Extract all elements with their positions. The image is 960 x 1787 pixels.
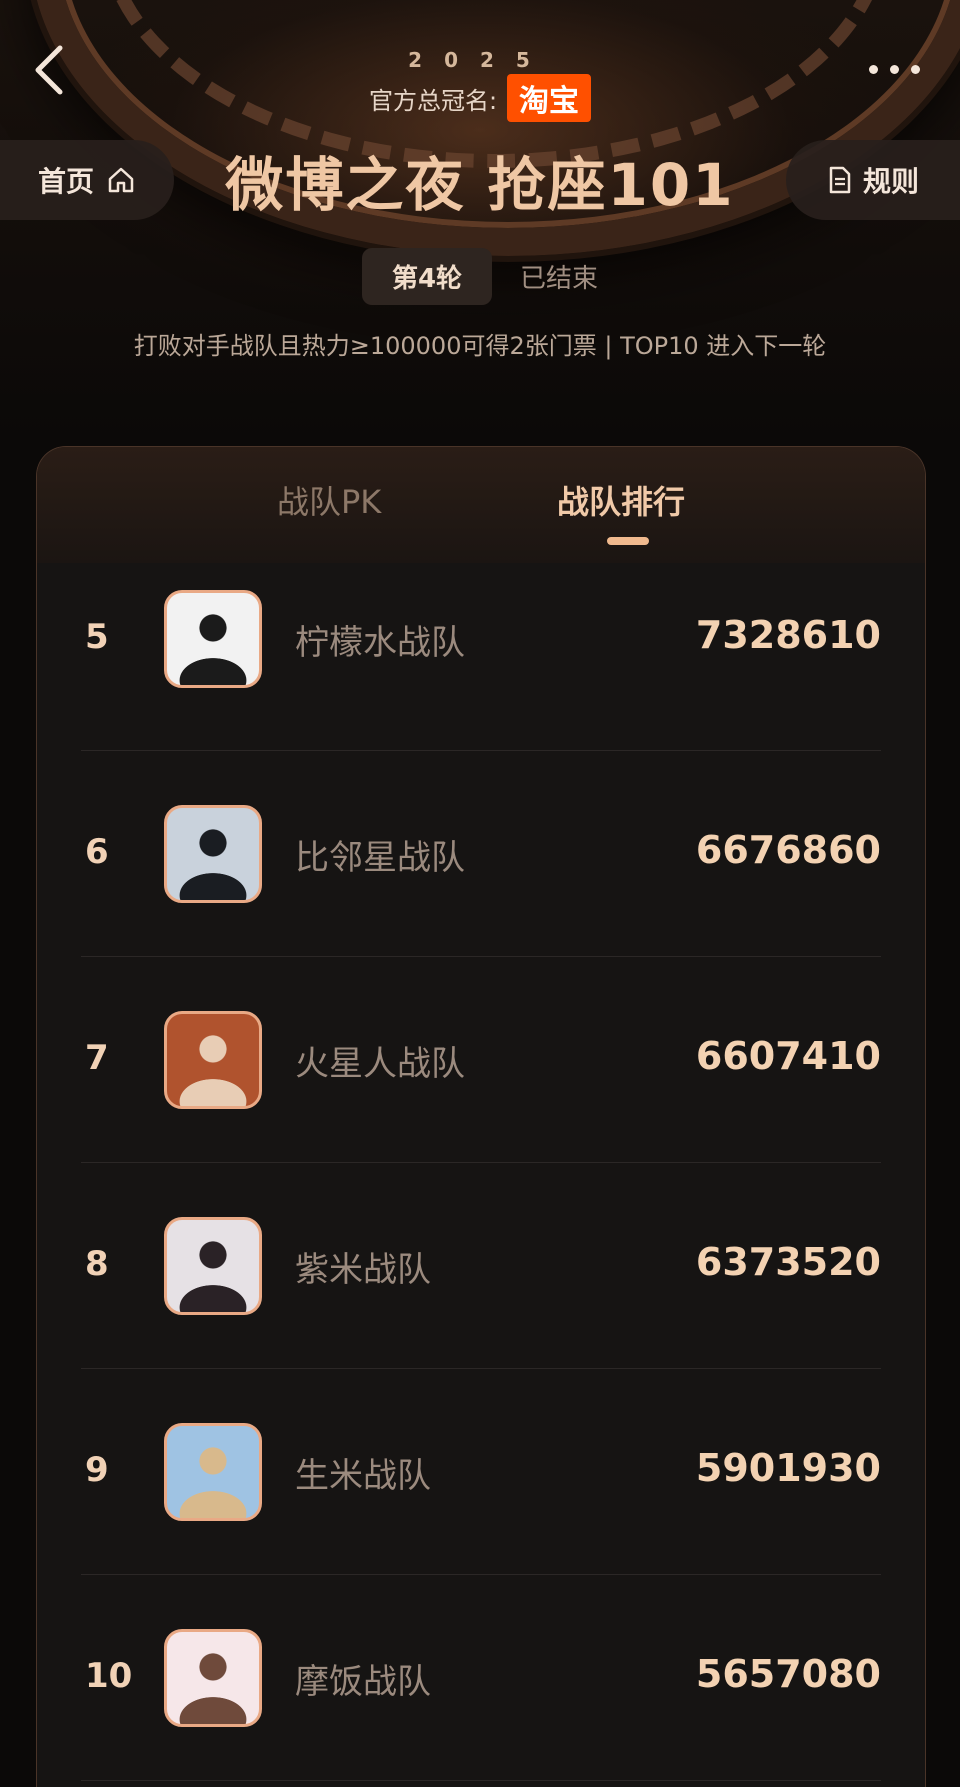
- team-score: 5901930: [695, 1446, 881, 1490]
- ranking-list: 5 柠檬水战队 7328610 6 比邻星战队 6676860 7 火星人战队 6607410 8…: [37, 563, 925, 1781]
- sponsor-label: 官方总冠名:: [368, 86, 498, 115]
- round-badge[interactable]: 第4轮: [361, 248, 493, 305]
- team-name[interactable]: 柠檬水战队: [295, 615, 465, 664]
- ranking-row[interactable]: 5 柠檬水战队 7328610: [37, 563, 925, 751]
- team-score: 6676860: [695, 828, 881, 872]
- team-score: 6607410: [695, 1034, 881, 1078]
- team-name[interactable]: 摩饭战队: [295, 1654, 431, 1703]
- rank-number: 5: [85, 617, 109, 657]
- team-avatar[interactable]: [164, 805, 262, 903]
- sponsor-bar: 官方总冠名: 淘宝: [0, 74, 960, 122]
- tab-team-ranking[interactable]: 战队排行: [557, 477, 685, 523]
- team-score: 5657080: [695, 1652, 881, 1696]
- team-name[interactable]: 比邻星战队: [295, 830, 465, 879]
- team-avatar[interactable]: [164, 1011, 262, 1109]
- team-name[interactable]: 火星人战队: [295, 1036, 465, 1085]
- rank-number: 8: [85, 1244, 109, 1284]
- rank-number: 10: [85, 1656, 133, 1696]
- round-status: 已结束: [520, 264, 599, 294]
- rank-number: 6: [85, 832, 109, 872]
- taobao-logo[interactable]: 淘宝: [507, 74, 592, 122]
- page-title: 微博之夜 抢座101: [225, 151, 735, 219]
- ranking-row[interactable]: 6 比邻星战队 6676860: [37, 751, 925, 957]
- team-avatar[interactable]: [164, 1423, 262, 1521]
- ranking-row[interactable]: 10 摩饭战队 5657080: [37, 1575, 925, 1781]
- rank-number: 9: [85, 1450, 109, 1490]
- team-name[interactable]: 紫米战队: [295, 1242, 431, 1291]
- rank-number: 7: [85, 1038, 109, 1078]
- rule-description: 打败对手战队且热力≥100000可得2张门票 | TOP10 进入下一轮: [133, 332, 827, 360]
- team-avatar[interactable]: [164, 1629, 262, 1727]
- tab-team-pk[interactable]: 战队PK: [277, 477, 381, 523]
- row-divider: [81, 1780, 881, 1781]
- ranking-row[interactable]: 9 生米战队 5901930: [37, 1369, 925, 1575]
- ranking-panel: 战队PK 战队排行 5 柠檬水战队 7328610 6 比邻星战队 6676860 7 火星人…: [36, 446, 926, 1787]
- team-score: 6373520: [695, 1240, 881, 1284]
- team-score: 7328610: [695, 613, 881, 657]
- ranking-row[interactable]: 8 紫米战队 6373520: [37, 1163, 925, 1369]
- tab-bar: 战队PK 战队排行: [37, 447, 925, 563]
- team-avatar[interactable]: [164, 1217, 262, 1315]
- round-info: 第4轮 已结束: [0, 248, 960, 305]
- year-label: 2025: [408, 48, 552, 72]
- active-tab-indicator: [607, 537, 649, 545]
- ranking-row[interactable]: 7 火星人战队 6607410: [37, 957, 925, 1163]
- team-name[interactable]: 生米战队: [295, 1448, 431, 1497]
- team-avatar[interactable]: [164, 590, 262, 688]
